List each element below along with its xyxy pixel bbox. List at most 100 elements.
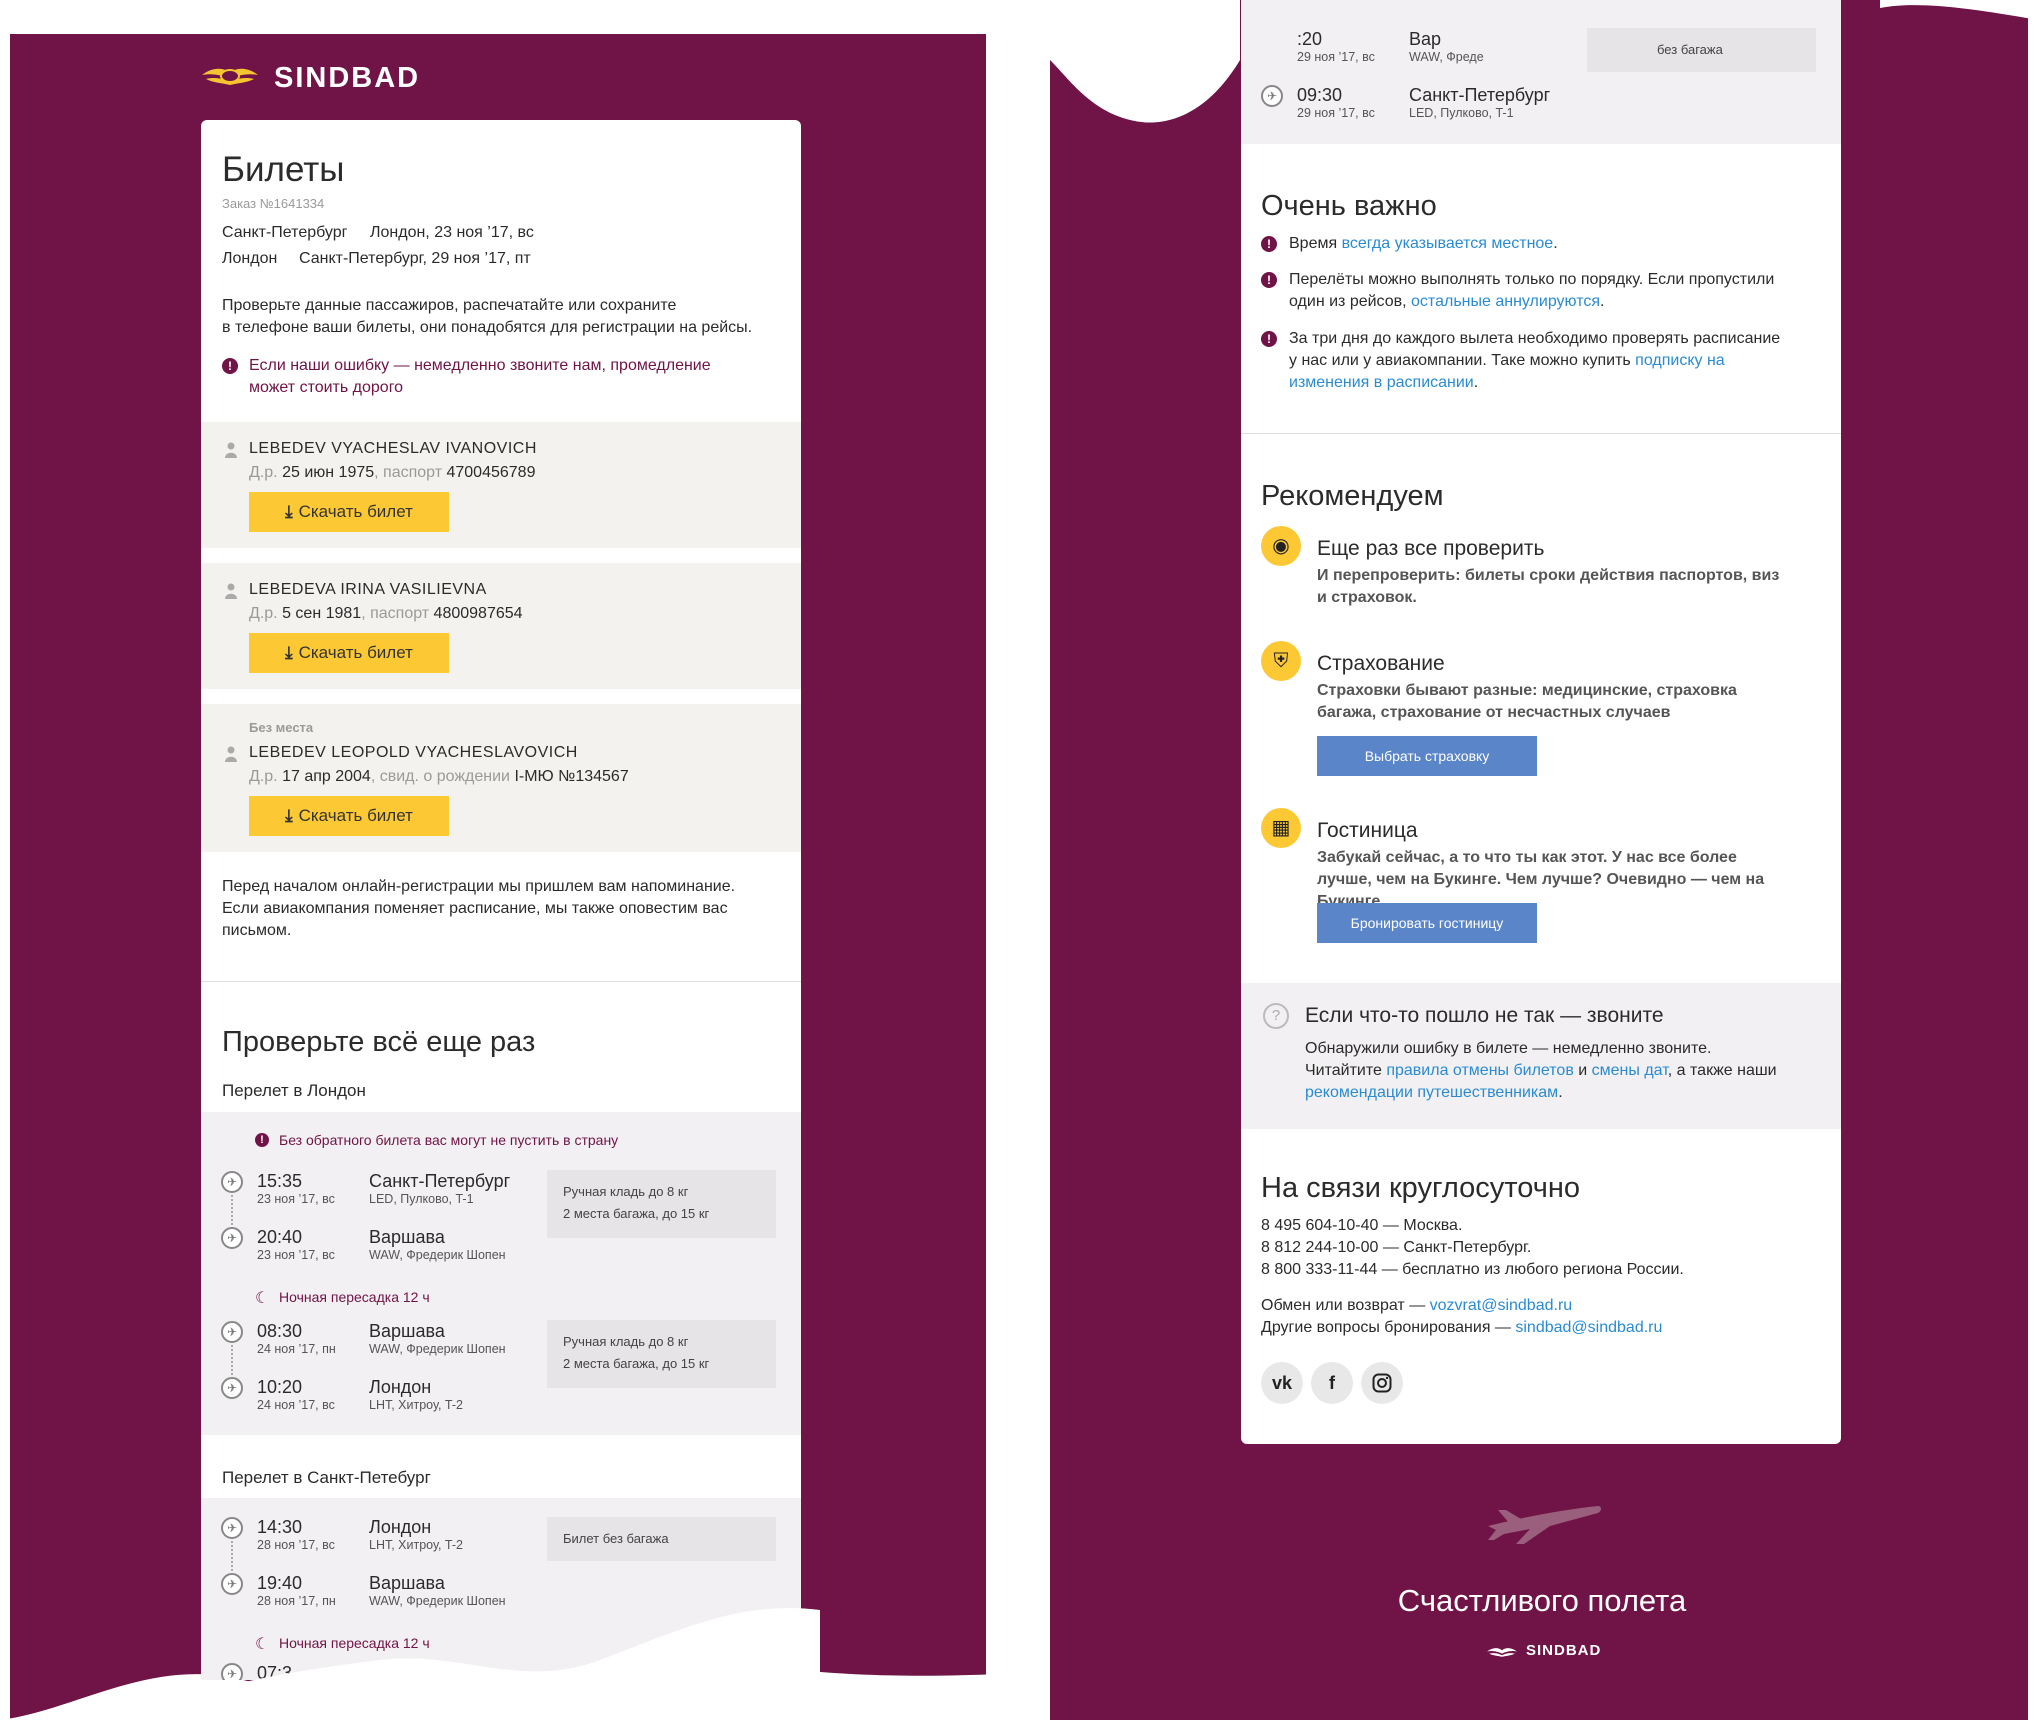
facebook-icon[interactable]: f bbox=[1311, 1362, 1353, 1404]
arr-city: Варшава bbox=[369, 1227, 445, 1247]
arr-airport: WAW, Фреде bbox=[1409, 50, 1484, 64]
schedule-subscription-link[interactable]: подписку на bbox=[1635, 352, 1725, 369]
support-email-link[interactable]: sindbad@sindbad.ru bbox=[1515, 1319, 1662, 1336]
important-item-3-l3: изменения в расписании. bbox=[1289, 374, 1479, 391]
passenger-details: Д.р. 25 июн 1975, паспорт 4700456789 bbox=[249, 464, 536, 481]
dep-date: 28 ноя ’17, вс bbox=[257, 1538, 335, 1552]
date-change-link[interactable]: смены дат bbox=[1592, 1062, 1668, 1079]
exchange-email-link[interactable]: vozvrat@sindbad.ru bbox=[1430, 1297, 1573, 1314]
local-time-link[interactable]: всегда указывается местное bbox=[1342, 235, 1554, 252]
arr-date: 24 ноя ’17, вс bbox=[257, 1398, 335, 1412]
footer-logo[interactable]: SINDBAD bbox=[1486, 1640, 1606, 1664]
alert-icon: ! bbox=[222, 358, 238, 374]
contacts-title: На связи круглосуточно bbox=[1261, 1172, 1580, 1204]
person-icon bbox=[225, 746, 237, 762]
help-title: Если что-то пошло не так — звоните bbox=[1305, 1004, 1664, 1027]
alert-icon: ! bbox=[1261, 331, 1277, 347]
takeoff-icon: ✈ bbox=[221, 1517, 243, 1539]
divider bbox=[1241, 433, 1841, 434]
reminder-text-1: Перед началом онлайн-регистрации мы приш… bbox=[222, 878, 736, 895]
leg-label-london: Перелет в Лондон bbox=[222, 1081, 366, 1100]
warn-text-2: может стоить дорого bbox=[249, 379, 404, 396]
phone-free: 8 800 333-11-44 — бесплатно из любого ре… bbox=[1261, 1261, 1684, 1278]
alert-icon: ! bbox=[1261, 272, 1277, 288]
download-ticket-button[interactable]: ⤓ Скачать билет bbox=[249, 796, 449, 836]
important-title: Очень важно bbox=[1261, 190, 1437, 222]
airplane-icon bbox=[1488, 1506, 1601, 1544]
traveler-tips-link[interactable]: рекомендации путешественникам bbox=[1305, 1084, 1558, 1101]
right-card: :20 29 ноя ’17, вс Вар WAW, Фреде без ба… bbox=[1241, 0, 1841, 1444]
layover-text: Ночная пересадка 12 ч bbox=[279, 1289, 430, 1305]
choose-insurance-button[interactable]: Выбрать страховку bbox=[1317, 736, 1537, 776]
dep-date: 23 ноя ’17, вс bbox=[257, 1192, 335, 1206]
takeoff-icon: ✈ bbox=[221, 1171, 243, 1193]
left-card: Билеты Заказ №1641334 Санкт-Петербург Ло… bbox=[201, 120, 801, 1680]
arr-date: 29 ноя ’17, вс bbox=[1297, 50, 1375, 64]
schedule-subscription-link[interactable]: изменения в расписании bbox=[1289, 374, 1474, 391]
route-2-from: Лондон bbox=[222, 250, 278, 267]
eye-icon: ◉ bbox=[1261, 526, 1301, 566]
important-item-2-l1: Перелёты можно выполнять только по поряд… bbox=[1289, 271, 1775, 288]
dep-city: Варшава bbox=[369, 1321, 445, 1341]
route-1-from: Санкт-Петербург bbox=[222, 224, 348, 241]
download-ticket-button[interactable]: ⤓ Скачать билет bbox=[249, 492, 449, 532]
moon-icon: ☾ bbox=[255, 1290, 270, 1307]
dep-time: 15:35 bbox=[257, 1171, 303, 1191]
help-text-1: Обнаружили ошибку в билете — немедленно … bbox=[1305, 1040, 1712, 1057]
rec-text: багажа, страхование от несчастных случае… bbox=[1317, 704, 1671, 721]
no-return-warning: Без обратного билета вас могут не пустит… bbox=[279, 1132, 619, 1148]
important-item-3-l1: За три дня до каждого вылета необходимо … bbox=[1289, 330, 1781, 347]
reminder-text-3: письмом. bbox=[222, 922, 292, 939]
logo-text: SINDBAD bbox=[274, 62, 421, 94]
passenger-details: Д.р. 5 сен 1981, паспорт 4800987654 bbox=[249, 605, 523, 622]
arr-time: 20:40 bbox=[257, 1227, 303, 1247]
passenger-name: LEBEDEV LEOPOLD VYACHESLAVOVICH bbox=[249, 744, 578, 761]
logo-wings-icon bbox=[1487, 1648, 1517, 1657]
arr-airport: WAW, Фредерик Шопен bbox=[369, 1248, 506, 1262]
book-hotel-button[interactable]: Бронировать гостиницу bbox=[1317, 903, 1537, 943]
person-icon bbox=[225, 442, 237, 458]
alert-icon: ! bbox=[255, 1133, 269, 1147]
arr-city: Вар bbox=[1409, 29, 1442, 49]
rec-title: Гостиница bbox=[1317, 819, 1418, 842]
arr-city: Лондон bbox=[369, 1377, 432, 1397]
cancellation-rules-link[interactable]: правила отмены билетов bbox=[1386, 1062, 1573, 1079]
download-ticket-button[interactable]: ⤓ Скачать билет bbox=[249, 633, 449, 673]
arr-city: Санкт-Петербург bbox=[1409, 85, 1551, 105]
logo[interactable]: SINDBAD bbox=[200, 58, 440, 94]
intro-text-2: в телефоне ваши билеты, они понадобятся … bbox=[222, 319, 753, 336]
rec-text: Забукай сейчас, а то что ты как этот. У … bbox=[1317, 849, 1737, 866]
question-icon: ? bbox=[1263, 1003, 1289, 1029]
download-icon: ⤓ bbox=[285, 502, 293, 521]
arr-date: 23 ноя ’17, вс bbox=[257, 1248, 335, 1262]
passenger-card-3: Без места LEBEDEV LEOPOLD VYACHESLAVOVIC… bbox=[201, 704, 801, 852]
arr-time: :20 bbox=[1297, 29, 1323, 49]
flight-block-london: ! Без обратного билета вас могут не пуст… bbox=[201, 1112, 801, 1435]
warn-text-1: Если наши ошибку — немедленно звоните на… bbox=[249, 357, 711, 374]
rec-title: Страхование bbox=[1317, 652, 1445, 675]
right-edge-white bbox=[2028, 0, 2039, 1734]
download-icon: ⤓ bbox=[285, 806, 293, 825]
vk-icon[interactable]: vk bbox=[1261, 1362, 1303, 1404]
route-2-to: Санкт-Петербург, 29 ноя ’17, пт bbox=[299, 250, 531, 267]
route-line bbox=[231, 1345, 233, 1375]
baggage-info: Билет без багажа bbox=[547, 1517, 776, 1561]
landing-icon: ✈ bbox=[221, 1227, 243, 1249]
rec-text: И перепроверить: билеты сроки действия п… bbox=[1317, 567, 1780, 584]
baggage-info: Ручная кладь до 8 кг 2 места багажа, до … bbox=[547, 1170, 776, 1238]
baggage-info: Ручная кладь до 8 кг 2 места багажа, до … bbox=[547, 1320, 776, 1388]
dep-airport: LED, Пулково, T-1 bbox=[369, 1192, 474, 1206]
arr-time: 09:30 bbox=[1297, 85, 1343, 105]
flight-block-fragment: :20 29 ноя ’17, вс Вар WAW, Фреде без ба… bbox=[1241, 0, 1841, 144]
route-1-to: Лондон, 23 ноя ’17, вс bbox=[370, 224, 534, 241]
passenger-note: Без места bbox=[249, 720, 314, 735]
passenger-name: LEBEDEVA IRINA VASILIEVNA bbox=[249, 581, 487, 598]
dep-city: Лондон bbox=[369, 1517, 432, 1537]
hotel-icon: ▦ bbox=[1261, 808, 1301, 848]
dep-airport: LHT, Хитроу, T-2 bbox=[369, 1538, 463, 1552]
alert-icon: ! bbox=[1261, 236, 1277, 252]
instagram-icon[interactable] bbox=[1361, 1362, 1403, 1404]
intro-text-1: Проверьте данные пассажиров, распечатайт… bbox=[222, 297, 677, 314]
shield-icon: ⛨ bbox=[1261, 641, 1301, 681]
cancelled-flights-link[interactable]: остальные аннулируются bbox=[1411, 293, 1600, 310]
